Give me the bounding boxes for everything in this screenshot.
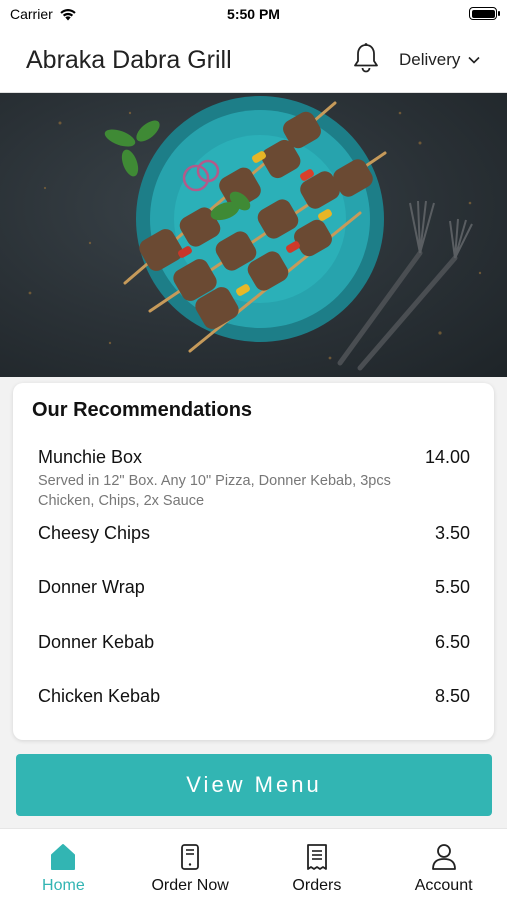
delivery-selector[interactable]: Delivery [399, 50, 480, 70]
hero-image [0, 93, 507, 377]
tab-label: Home [42, 877, 85, 894]
tab-label: Order Now [151, 877, 229, 894]
bottom-tab-bar: Home Order Now Orders Account [0, 828, 507, 900]
phone-icon [181, 844, 200, 870]
menu-item[interactable]: Chicken Kebab 8.50 [38, 686, 470, 707]
recommendations-card: Our Recommendations Munchie Box 14.00 Se… [13, 383, 494, 740]
item-description: Served in 12" Box. Any 10" Pizza, Donner… [38, 473, 391, 509]
item-price: 14.00 [424, 447, 470, 467]
restaurant-title: Abraka Dabra Grill [26, 46, 232, 74]
view-menu-button[interactable]: View Menu [16, 754, 492, 816]
tab-order-now[interactable]: Order Now [127, 829, 254, 900]
menu-item[interactable]: Munchie Box 14.00 Served in 12" Box. Any… [38, 447, 470, 511]
item-name: Donner Wrap [38, 577, 145, 597]
app-header: Abraka Dabra Grill Delivery [0, 28, 507, 93]
item-name: Chicken Kebab [38, 686, 161, 706]
battery-icon [469, 7, 500, 20]
kebab-skewers-photo [28, 96, 482, 371]
tab-account[interactable]: Account [380, 829, 507, 900]
menu-item[interactable]: Cheesy Chips 3.50 [38, 523, 470, 544]
user-icon [431, 844, 456, 870]
item-name: Cheesy Chips [38, 523, 151, 543]
tab-home[interactable]: Home [0, 829, 127, 900]
item-price: 5.50 [434, 577, 470, 597]
tab-label: Orders [292, 877, 342, 894]
tab-label: Account [414, 877, 473, 894]
clock: 5:50 PM [227, 6, 280, 22]
recommendations-title: Our Recommendations [32, 399, 253, 421]
item-price: 3.50 [434, 523, 470, 543]
status-bar: Carrier 5:50 PM [0, 0, 507, 28]
delivery-label: Delivery [399, 50, 461, 69]
item-price: 8.50 [434, 686, 470, 706]
tab-orders[interactable]: Orders [254, 829, 381, 900]
home-icon [51, 844, 76, 870]
menu-item[interactable]: Donner Wrap 5.50 [38, 577, 470, 598]
menu-item[interactable]: Donner Kebab 6.50 [38, 632, 470, 653]
item-price: 6.50 [434, 632, 470, 652]
item-name: Donner Kebab [38, 632, 155, 652]
chevron-down-icon [468, 56, 480, 64]
bell-icon[interactable] [352, 42, 380, 74]
item-name: Munchie Box [38, 447, 143, 467]
receipt-icon [306, 844, 327, 870]
